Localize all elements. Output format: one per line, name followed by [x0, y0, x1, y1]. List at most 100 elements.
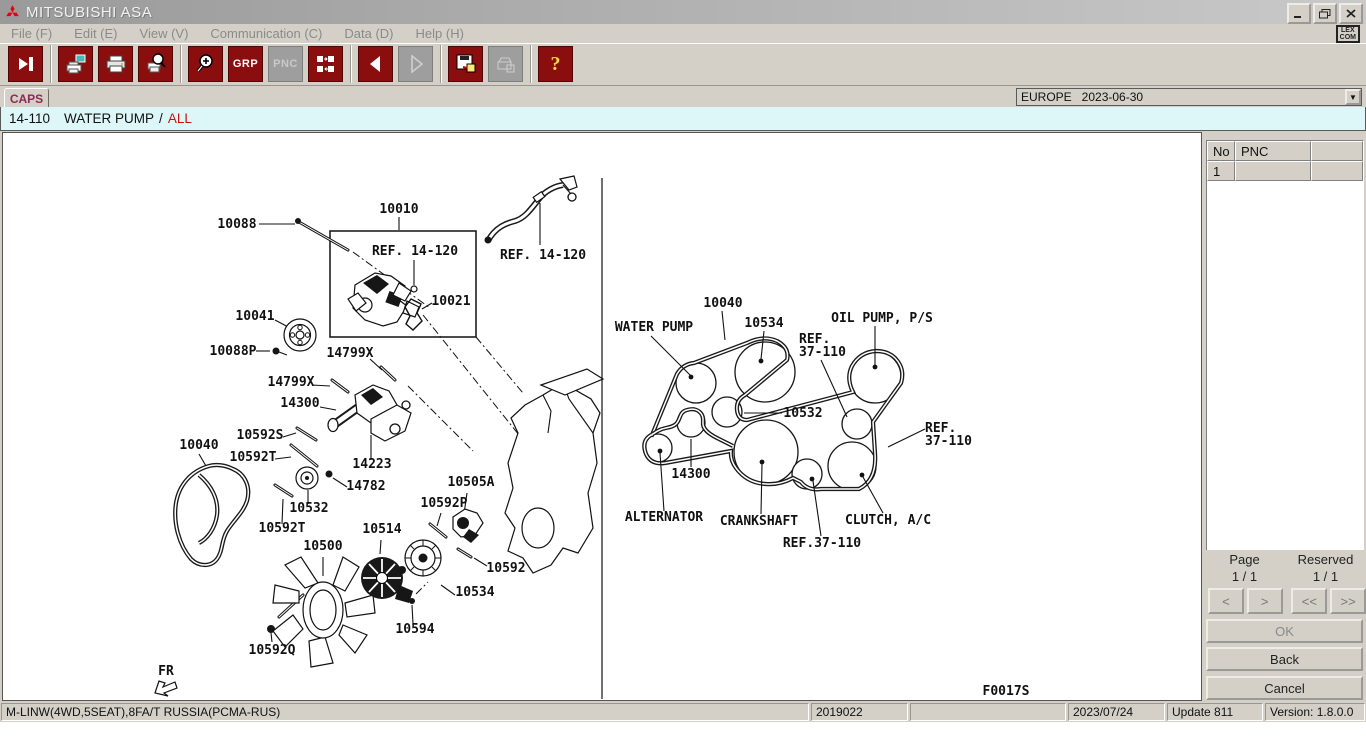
diagram-label: 10532 [783, 406, 822, 421]
pulley-10534 [405, 540, 441, 576]
diagram-label: 14300 [280, 396, 319, 411]
toolbar-separator [50, 45, 52, 83]
menu-bar: File (F) Edit (E) View (V) Communication… [0, 24, 1366, 44]
panels-icon [315, 53, 337, 75]
menu-view[interactable]: View (V) [129, 26, 200, 41]
diagram-label: 10534 [744, 316, 783, 331]
close-button[interactable] [1339, 3, 1363, 24]
lexcom-line1: LEX [1340, 27, 1356, 34]
restore-icon [1319, 9, 1331, 19]
page-value: 1 / 1 [1204, 569, 1285, 584]
zoom-in-icon [195, 53, 217, 75]
diagram-label: 10500 [303, 539, 342, 554]
parts-diagram-svg: 1008810010REF. 14-120REF. 14-12010021100… [3, 133, 1201, 700]
save-icon [455, 53, 477, 75]
status-version: Version: 1.8.0.0 [1265, 703, 1365, 721]
diagram-label: 37-110 [799, 345, 846, 360]
belt-routing-diagram [644, 311, 925, 536]
breadcrumb-separator: / [159, 111, 163, 126]
diagram-label: 10592P [421, 496, 468, 511]
transfer-button [488, 46, 523, 82]
toolbar: GRP PNC ? [0, 43, 1366, 86]
toolbar-separator [350, 45, 352, 83]
reserved-label: Reserved [1285, 552, 1366, 567]
region-select-value: EUROPE 2023-06-30 [1017, 90, 1345, 104]
region-select[interactable]: EUROPE 2023-06-30 ▼ [1016, 88, 1362, 106]
menu-help[interactable]: Help (H) [405, 26, 475, 41]
print-preview-button[interactable] [138, 46, 173, 82]
toolbar-separator [440, 45, 442, 83]
diagram-label: 10532 [289, 501, 328, 516]
diagram-label: CRANKSHAFT [720, 514, 798, 529]
thermostat-housing [453, 509, 483, 543]
layout-toggle-button[interactable] [308, 46, 343, 82]
close-icon [1346, 9, 1356, 18]
transfer-icon [495, 53, 517, 75]
save-button[interactable] [448, 46, 483, 82]
diagram-label: 10534 [455, 585, 494, 600]
status-update: Update 811 [1167, 703, 1263, 721]
diagram-label: 14223 [352, 457, 391, 472]
diagram-label: 14799X [268, 375, 315, 390]
diagram-label: 10592T [230, 450, 277, 465]
inlet-pipe-and-bracket [328, 385, 411, 441]
back-button[interactable] [358, 46, 393, 82]
diagram-label: REF. 14-120 [500, 248, 586, 263]
status-bar: M-LINW(4WD,5SEAT),8FA/T RUSSIA(PCMA-RUS)… [0, 702, 1366, 722]
menu-file[interactable]: File (F) [0, 26, 63, 41]
ok-button: OK [1206, 619, 1363, 643]
back-button-sidebar[interactable]: Back [1206, 647, 1363, 671]
column-header-extra [1311, 141, 1363, 161]
diagram-label: 14782 [346, 479, 385, 494]
print-screen-button[interactable] [58, 46, 93, 82]
diagram-label: 10592T [259, 521, 306, 536]
table-row[interactable]: 1 [1207, 161, 1363, 181]
pulley-10041 [284, 319, 316, 351]
menu-communication[interactable]: Communication (C) [199, 26, 333, 41]
toolbar-separator [180, 45, 182, 83]
cell-extra [1311, 161, 1363, 181]
page-next-button[interactable]: > [1247, 588, 1283, 614]
diagram-label: 10040 [179, 438, 218, 453]
diagram-label: 10088 [217, 217, 256, 232]
chevron-down-icon[interactable]: ▼ [1345, 89, 1361, 105]
diagram-panel[interactable]: 1008810010REF. 14-120REF. 14-12010021100… [2, 132, 1202, 701]
idler-pulley [296, 467, 318, 489]
cancel-button[interactable]: Cancel [1206, 676, 1363, 700]
status-model-code: 2019022 [811, 703, 908, 721]
reserved-first-button[interactable]: << [1291, 588, 1327, 614]
page-prev-button[interactable]: < [1208, 588, 1244, 614]
restore-button[interactable] [1313, 3, 1337, 24]
section-code: 14-110 [9, 111, 50, 126]
lexcom-line2: COM [1340, 34, 1356, 41]
print-button[interactable] [98, 46, 133, 82]
diagram-label: REF. 14-120 [372, 244, 458, 259]
title-bar: MITSUBISHI ASA [0, 0, 1366, 24]
cell-no: 1 [1207, 161, 1235, 181]
print-screen-icon [65, 53, 87, 75]
diagram-label: OIL PUMP, P/S [831, 311, 933, 326]
menu-edit[interactable]: Edit (E) [63, 26, 128, 41]
toolbar-separator [530, 45, 532, 83]
column-header-no: No [1207, 141, 1235, 161]
window-title: MITSUBISHI ASA [26, 4, 152, 21]
tab-caps[interactable]: CAPS [4, 88, 49, 108]
pnc-button: PNC [268, 46, 303, 82]
help-button[interactable]: ? [538, 46, 573, 82]
reserved-last-button[interactable]: >> [1330, 588, 1366, 614]
menu-data[interactable]: Data (D) [333, 26, 404, 41]
breadcrumb: 14-110 WATER PUMP / ALL [0, 107, 1366, 131]
back-arrow-icon [365, 53, 387, 75]
minimize-button[interactable] [1287, 3, 1311, 24]
belt-part [175, 465, 248, 565]
diagram-label: F0017S [983, 684, 1030, 699]
diagram-label: 10010 [379, 202, 418, 217]
idler-ref37-bottom-circle [792, 459, 822, 489]
zoom-button[interactable] [188, 46, 223, 82]
grp-button[interactable]: GRP [228, 46, 263, 82]
pnc-label: PNC [273, 58, 298, 70]
exit-button[interactable] [8, 46, 43, 82]
forward-arrow-icon [405, 53, 427, 75]
diagram-label: CLUTCH, A/C [845, 513, 931, 528]
diagram-label: WATER PUMP [615, 320, 693, 335]
